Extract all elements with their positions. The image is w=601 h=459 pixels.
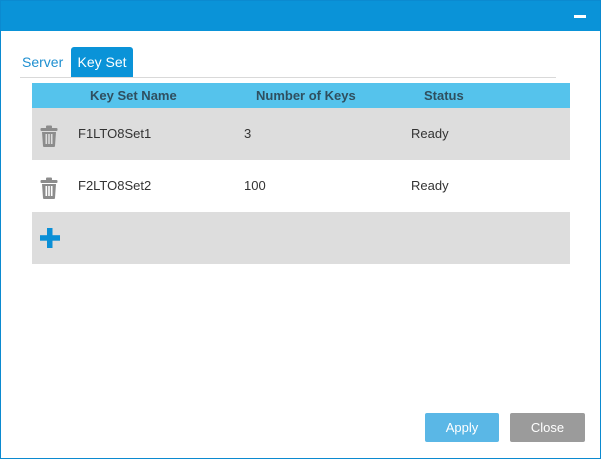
table-header: Key Set Name Number of Keys Status (32, 83, 570, 108)
column-header-status[interactable]: Status (424, 83, 464, 108)
status-text: Ready (411, 126, 449, 141)
add-row (32, 212, 570, 264)
status-text: Ready (411, 178, 449, 193)
tab-key-set[interactable]: Key Set (71, 47, 133, 77)
close-button[interactable]: Close (510, 413, 585, 442)
number-of-keys: 3 (244, 126, 252, 141)
key-set-name: F2LTO8Set2 (78, 178, 152, 193)
tab-server[interactable]: Server (20, 47, 70, 77)
plus-icon[interactable] (39, 227, 61, 249)
key-set-name: F1LTO8Set1 (78, 126, 152, 141)
table-row[interactable]: F2LTO8Set2 100 Ready (32, 160, 570, 212)
column-header-number-of-keys[interactable]: Number of Keys (256, 83, 356, 108)
tab-bar: Server Key Set (20, 45, 556, 78)
number-of-keys: 100 (244, 178, 266, 193)
minimize-button[interactable] (572, 9, 588, 23)
table-row[interactable]: F1LTO8Set1 3 Ready (32, 108, 570, 160)
key-set-dialog: Server Key Set Key Set Name Number of Ke… (0, 0, 601, 459)
trash-icon[interactable] (40, 125, 58, 147)
trash-icon[interactable] (40, 177, 58, 199)
apply-button[interactable]: Apply (425, 413, 499, 442)
dialog-titlebar (1, 1, 600, 31)
column-header-key-set-name[interactable]: Key Set Name (90, 83, 177, 108)
minimize-icon (574, 15, 586, 18)
